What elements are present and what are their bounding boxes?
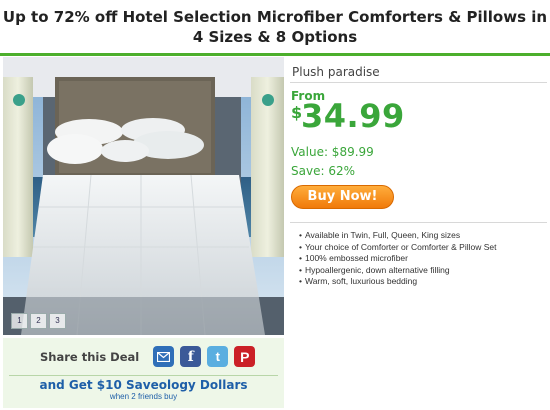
save-text: Save: 62% — [291, 164, 355, 178]
feature-item: Hypoallergenic, down alternative filling — [299, 265, 547, 277]
deal-subtitle: Plush paradise — [290, 57, 547, 83]
feature-list: Available in Twin, Full, Queen, King siz… — [290, 222, 547, 288]
feature-item: Available in Twin, Full, Queen, King siz… — [299, 230, 547, 242]
share-box: Share this Deal f t P and Get $10 Saveol… — [3, 338, 284, 408]
gallery-thumbs: 1 2 3 — [11, 313, 66, 329]
value-text: Value: $89.99 — [291, 145, 374, 159]
price: $ 34.99 — [291, 97, 547, 141]
mail-icon[interactable] — [153, 346, 175, 367]
pinterest-icon[interactable]: P — [234, 346, 256, 367]
feature-item: Your choice of Comforter or Comforter & … — [299, 242, 547, 254]
title-divider — [0, 53, 550, 56]
twitter-icon[interactable]: t — [207, 346, 229, 367]
share-cta[interactable]: and Get $10 Saveology Dollars — [3, 378, 284, 392]
gallery-thumb-1[interactable]: 1 — [11, 313, 28, 329]
buy-now-button[interactable]: Buy Now! — [291, 185, 394, 209]
share-divider — [9, 375, 278, 376]
deal-details: Plush paradise From $ 34.99 Value: $89.9… — [290, 57, 547, 288]
share-sub: when 2 friends buy — [109, 392, 178, 401]
share-label: Share this Deal — [40, 349, 140, 364]
share-row: Share this Deal f t P — [3, 338, 284, 375]
facebook-icon[interactable]: f — [180, 346, 202, 367]
feature-item: Warm, soft, luxurious bedding — [299, 276, 547, 288]
gallery-thumb-3[interactable]: 3 — [49, 313, 66, 329]
bed-image — [3, 57, 284, 335]
product-photo[interactable]: 1 2 3 — [3, 57, 284, 335]
price-amount: 34.99 — [301, 97, 405, 135]
gallery-thumb-2[interactable]: 2 — [30, 313, 47, 329]
feature-item: 100% embossed microfiber — [299, 253, 547, 265]
deal-title: Up to 72% off Hotel Selection Microfiber… — [2, 8, 548, 46]
